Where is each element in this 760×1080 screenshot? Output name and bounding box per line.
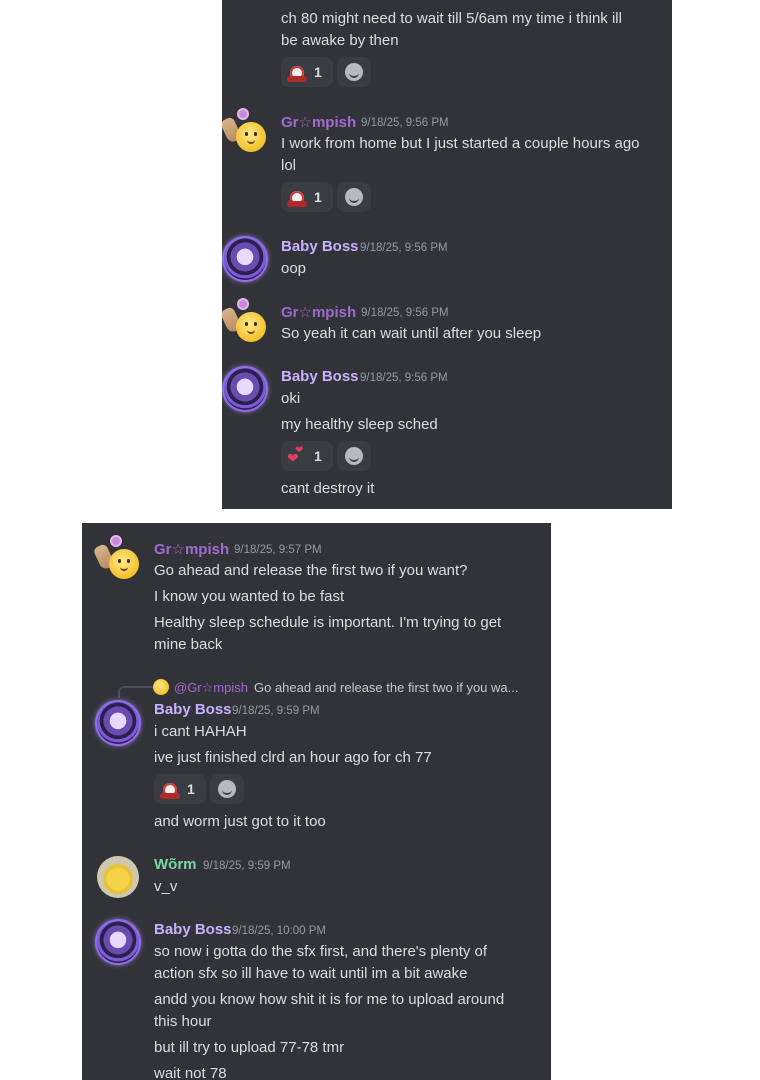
avatar-baby-boss[interactable] bbox=[97, 702, 139, 744]
reaction-hearts[interactable]: ❤ ❤ 1 bbox=[281, 441, 333, 471]
chat-panel-top: ch 80 might need to wait till 5/6am my t… bbox=[222, 0, 672, 509]
message-line: So yeah it can wait until after you slee… bbox=[281, 325, 542, 342]
message-line: ch 80 might need to wait till 5/6am my t… bbox=[281, 10, 622, 27]
message-line: cant destroy it bbox=[281, 480, 375, 497]
add-reaction-button[interactable] bbox=[337, 182, 371, 212]
message-line: action sfx so ill have to wait until im … bbox=[154, 965, 468, 982]
message-line: I work from home but I just started a co… bbox=[281, 135, 640, 152]
smiley-icon bbox=[345, 188, 363, 206]
message-line: mine back bbox=[154, 636, 223, 653]
avatar-worm[interactable] bbox=[97, 856, 139, 898]
timestamp: 9/18/25, 9:56 PM bbox=[361, 307, 449, 319]
reaction-count: 1 bbox=[187, 781, 195, 797]
smiley-icon bbox=[345, 63, 363, 81]
author-name[interactable]: Gr☆mpish bbox=[154, 540, 229, 558]
author-name[interactable]: Baby Boss bbox=[281, 238, 359, 255]
add-reaction-button[interactable] bbox=[337, 57, 371, 87]
avatar-grumpish[interactable] bbox=[222, 110, 266, 152]
smiley-face-icon bbox=[236, 122, 266, 152]
timestamp: 9/18/25, 9:59 PM bbox=[232, 705, 320, 717]
message-line: my healthy sleep sched bbox=[281, 416, 438, 433]
author-name[interactable]: Baby Boss bbox=[281, 368, 359, 385]
avatar-grumpish[interactable] bbox=[92, 537, 139, 579]
message-line: andd you know how shit it is for me to u… bbox=[154, 991, 505, 1008]
message-line: and worm just got to it too bbox=[154, 813, 326, 830]
timestamp: 9/18/25, 9:56 PM bbox=[361, 117, 449, 129]
add-reaction-button[interactable] bbox=[337, 441, 371, 471]
message-line: I know you wanted to be fast bbox=[154, 588, 345, 605]
message-line: wait not 78 bbox=[154, 1065, 227, 1080]
reaction-count: 1 bbox=[314, 189, 322, 205]
reply-connector bbox=[118, 686, 154, 698]
two-hearts-icon: ❤ ❤ bbox=[287, 445, 304, 466]
reply-preview-text[interactable]: Go ahead and release the first two if yo… bbox=[254, 680, 518, 695]
message-line: so now i gotta do the sfx first, and the… bbox=[154, 943, 488, 960]
message-line: ive just finished clrd an hour ago for c… bbox=[154, 749, 432, 766]
message-line: oop bbox=[281, 260, 307, 277]
message-line: i cant HAHAH bbox=[154, 723, 247, 740]
reaction-alarm-clock[interactable]: 1 bbox=[281, 57, 333, 87]
flower-icon bbox=[239, 300, 247, 308]
message-line: lol bbox=[281, 157, 297, 174]
timestamp: 9/18/25, 9:56 PM bbox=[360, 242, 448, 254]
chat-panel-bottom: Gr☆mpish 9/18/25, 9:57 PM Go ahead and r… bbox=[82, 523, 551, 1080]
flower-icon bbox=[112, 537, 120, 545]
avatar-baby-boss[interactable] bbox=[224, 368, 266, 410]
add-reaction-button[interactable] bbox=[210, 774, 244, 804]
smiley-face-icon bbox=[109, 549, 139, 579]
reaction-count: 1 bbox=[314, 64, 322, 80]
reaction-count: 1 bbox=[314, 448, 322, 464]
timestamp: 9/18/25, 9:59 PM bbox=[203, 860, 291, 872]
alarm-clock-icon bbox=[160, 779, 180, 799]
message-line: Healthy sleep schedule is important. I'm… bbox=[154, 614, 502, 631]
author-name[interactable]: Baby Boss bbox=[154, 921, 232, 938]
avatar-baby-boss[interactable] bbox=[97, 921, 139, 963]
avatar-grumpish[interactable] bbox=[222, 300, 266, 342]
message-line: oki bbox=[281, 390, 301, 407]
timestamp: 9/18/25, 9:56 PM bbox=[360, 372, 448, 384]
alarm-clock-icon bbox=[287, 62, 307, 82]
author-name[interactable]: Gr☆mpish bbox=[281, 303, 356, 321]
timestamp: 9/18/25, 9:57 PM bbox=[234, 544, 322, 556]
message-line: v_v bbox=[154, 878, 178, 895]
alarm-clock-icon bbox=[287, 187, 307, 207]
author-name[interactable]: Wõrm bbox=[154, 856, 197, 873]
smiley-icon bbox=[218, 780, 236, 798]
author-name[interactable]: Gr☆mpish bbox=[281, 113, 356, 131]
reply-avatar bbox=[153, 679, 169, 695]
reply-mention[interactable]: @Gr☆mpish bbox=[174, 680, 248, 696]
smiley-face-icon bbox=[236, 312, 266, 342]
reaction-alarm-clock[interactable]: 1 bbox=[281, 182, 333, 212]
author-name[interactable]: Baby Boss bbox=[154, 701, 232, 718]
reaction-alarm-clock[interactable]: 1 bbox=[154, 774, 206, 804]
message-line: be awake by then bbox=[281, 32, 399, 49]
message-line: this hour bbox=[154, 1013, 212, 1030]
message-line: Go ahead and release the first two if yo… bbox=[154, 562, 468, 579]
timestamp: 9/18/25, 10:00 PM bbox=[232, 925, 326, 937]
smiley-icon bbox=[345, 447, 363, 465]
avatar-baby-boss[interactable] bbox=[224, 238, 266, 280]
message-line: but ill try to upload 77-78 tmr bbox=[154, 1039, 345, 1056]
flower-icon bbox=[239, 110, 247, 118]
